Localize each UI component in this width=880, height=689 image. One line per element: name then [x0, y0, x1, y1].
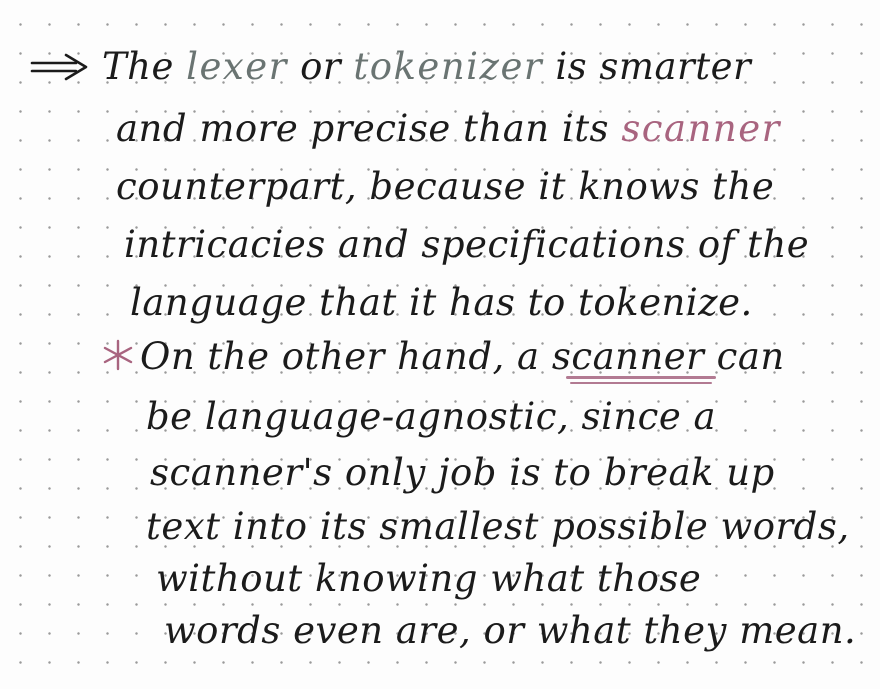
text-segment: counterpart, because it knows the	[116, 165, 775, 208]
note-line-11: words even are, or what they mean.	[164, 612, 856, 649]
tokenizer-term: tokenizer	[353, 45, 544, 88]
note-line-6: On the other hand, a scanner can	[140, 338, 785, 375]
scanner-term-underlined: scanner	[551, 335, 705, 378]
note-line-8: scanner's only job is to break up	[150, 454, 775, 491]
note-line-7: be language-agnostic, since a	[146, 398, 716, 435]
text-segment: or	[287, 45, 354, 88]
text-segment: and more precise than its	[116, 107, 622, 150]
scanner-underline	[566, 376, 716, 379]
note-line-3: counterpart, because it knows the	[116, 168, 774, 205]
text-segment: scanner's only job is to break up	[150, 451, 775, 494]
note-line-9: text into its smallest possible words,	[146, 508, 850, 545]
text-segment: The	[102, 45, 187, 88]
text-segment: is smarter	[543, 45, 752, 88]
text-segment: intricacies and specifications of the	[124, 223, 810, 266]
note-line-10: without knowing what those	[156, 560, 701, 597]
text-segment: be language-agnostic, since a	[146, 395, 717, 438]
text-segment: words even are, or what they mean.	[164, 609, 857, 652]
text-segment: without knowing what those	[156, 557, 702, 600]
scanner-term-highlight: scanner	[621, 107, 781, 150]
note-line-2: and more precise than its scanner	[116, 110, 781, 147]
note-line-4: intricacies and specifications of the	[124, 226, 809, 263]
lexer-term: lexer	[186, 45, 288, 88]
note-line-1: The lexer or tokenizer is smarter	[102, 48, 751, 85]
double-arrow-icon	[30, 53, 88, 81]
asterisk-icon	[103, 339, 133, 371]
text-segment: text into its smallest possible words,	[146, 505, 850, 548]
scanner-underline-second-stroke	[570, 382, 712, 384]
text-segment: On the other hand, a	[140, 335, 552, 378]
note-line-5: language that it has to tokenize.	[130, 284, 753, 321]
text-segment: can	[704, 335, 785, 378]
dot-grid-page: The lexer or tokenizer is smarter and mo…	[0, 0, 880, 689]
text-segment: language that it has to tokenize.	[130, 281, 753, 324]
